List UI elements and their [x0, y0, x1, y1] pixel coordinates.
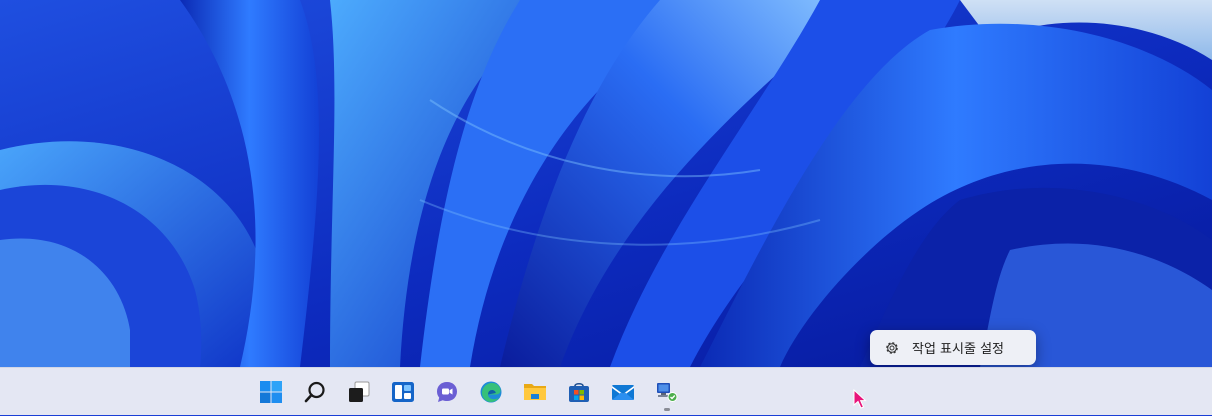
task-view-icon [347, 380, 371, 404]
microsoft-store-button[interactable] [557, 368, 601, 416]
edge-button[interactable] [469, 368, 513, 416]
widgets-icon [391, 380, 415, 404]
context-menu-label: 작업 표시줄 설정 [912, 342, 1004, 357]
gear-icon [884, 340, 900, 356]
running-indicator [664, 408, 670, 411]
task-view-button[interactable] [337, 368, 381, 416]
taskbar-app-list [249, 368, 689, 416]
widgets-button[interactable] [381, 368, 425, 416]
mail-button[interactable] [601, 368, 645, 416]
taskbar [0, 367, 1212, 415]
teams-chat-icon [435, 380, 459, 404]
file-explorer-button[interactable] [513, 368, 557, 416]
search-icon [303, 380, 327, 404]
store-icon [567, 380, 591, 404]
network-computer-icon [655, 380, 679, 404]
mail-icon [611, 380, 635, 404]
folder-icon [523, 380, 547, 404]
search-button[interactable] [293, 368, 337, 416]
windows-logo-icon [259, 380, 283, 404]
network-app-button[interactable] [645, 368, 689, 416]
desktop-wallpaper [0, 0, 1212, 367]
edge-icon [479, 380, 503, 404]
chat-button[interactable] [425, 368, 469, 416]
mouse-pointer-icon [853, 388, 867, 413]
taskbar-settings-menu-item[interactable]: 작업 표시줄 설정 [870, 330, 1036, 365]
start-button[interactable] [249, 368, 293, 416]
